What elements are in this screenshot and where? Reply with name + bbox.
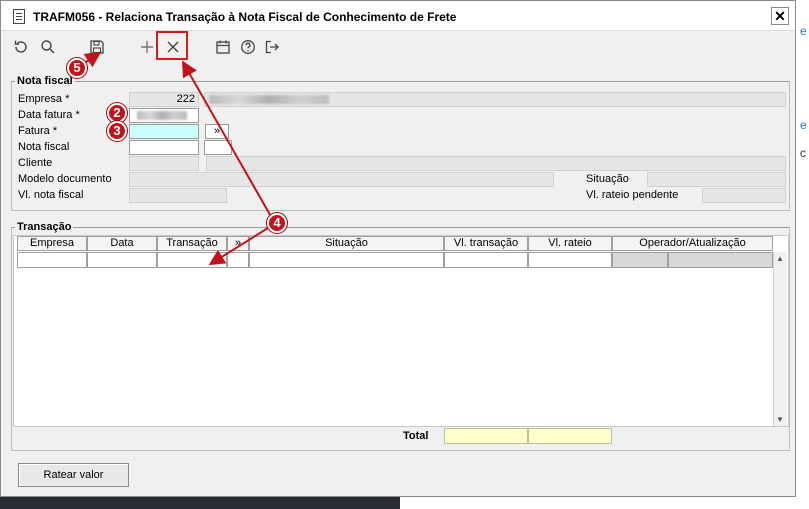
callout-badge: 4 <box>267 213 287 233</box>
callout-badge: 5 <box>67 58 87 78</box>
callout-badge: 3 <box>107 121 127 141</box>
annotation-arrows <box>82 51 274 266</box>
callout-badge: 2 <box>107 103 127 123</box>
